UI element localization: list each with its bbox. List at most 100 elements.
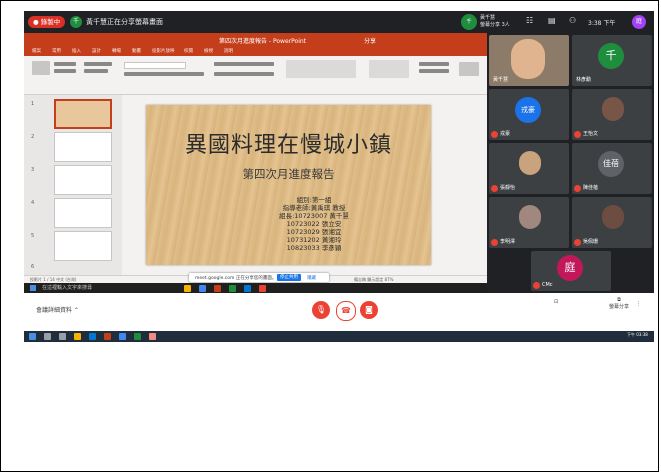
- user-avatar[interactable]: 庭: [632, 15, 646, 29]
- taskbar-search-box[interactable]: 在這裡輸入文字來搜尋: [42, 284, 92, 291]
- new-slide-button[interactable]: [84, 62, 112, 66]
- more-options-icon[interactable]: ⋮: [636, 301, 641, 307]
- tab-review[interactable]: 校閱: [184, 48, 193, 54]
- line-icon[interactable]: [229, 285, 236, 292]
- tab-file[interactable]: 檔案: [32, 48, 41, 54]
- participant-name: 王怡文: [583, 131, 599, 137]
- alignment-buttons[interactable]: [214, 72, 274, 76]
- ppt-ribbon: [24, 56, 487, 95]
- chrome-icon[interactable]: [199, 285, 206, 292]
- file-explorer-icon[interactable]: [184, 285, 191, 292]
- tab-view[interactable]: 檢視: [204, 48, 213, 54]
- participant-tile[interactable]: 戎豪 戎豪: [489, 89, 569, 140]
- speaker-status: 螢幕分享 3人: [480, 22, 510, 28]
- ppt-share-button[interactable]: 分享: [364, 36, 376, 45]
- task-view-icon[interactable]: [59, 333, 66, 340]
- participant-tile[interactable]: 吳佩珊: [572, 197, 652, 248]
- slide-thumbnail[interactable]: [54, 198, 112, 228]
- leave-call-button[interactable]: ☎: [336, 301, 356, 321]
- find-button[interactable]: [419, 62, 449, 66]
- participant-tile[interactable]: 李明澤: [489, 197, 569, 248]
- slide-line: 組別:第一組: [296, 196, 332, 204]
- slide-thumbnail[interactable]: [54, 132, 112, 162]
- cut-button[interactable]: [54, 62, 76, 66]
- file-explorer-icon[interactable]: [74, 333, 81, 340]
- slide-line: 指導老師:黃禹琪 教授: [282, 204, 346, 212]
- mic-off-icon: [574, 239, 581, 246]
- tab-animations[interactable]: 動畫: [132, 48, 141, 54]
- participant-tile[interactable]: 佳蓓 陳佳蓓: [572, 143, 652, 194]
- dictate-icon[interactable]: [459, 62, 479, 76]
- participant-name: 林彥勳: [576, 77, 592, 83]
- chat-icon[interactable]: ▤: [548, 16, 556, 25]
- chrome-icon[interactable]: [119, 333, 126, 340]
- slide-title: 異國料理在慢城小鎮: [184, 133, 392, 158]
- camera-off-button[interactable]: ◙: [360, 301, 378, 319]
- windows-start-icon[interactable]: [30, 285, 36, 291]
- participant-tile[interactable]: 千 林彥勳: [572, 35, 652, 86]
- ppt-ribbon-tabs: 檔案 常用 插入 設計 轉場 動畫 投影片放映 校閱 檢視 說明: [24, 47, 487, 56]
- mic-off-icon: [574, 131, 581, 138]
- recording-badge: ● 錄製中: [28, 16, 66, 28]
- copy-button[interactable]: [54, 69, 76, 73]
- tab-home[interactable]: 常用: [52, 48, 61, 54]
- layout-button[interactable]: [84, 69, 108, 73]
- slide-thumbnail[interactable]: [54, 165, 112, 195]
- participant-name: 黃千慧: [493, 77, 509, 83]
- slide-subtitle: 第四次月進度報告: [242, 167, 335, 181]
- app-icon[interactable]: [259, 285, 266, 292]
- stop-sharing-button[interactable]: 停止共用: [277, 274, 301, 281]
- captions-button[interactable]: ⊡: [554, 299, 558, 305]
- current-slide[interactable]: 異國料理在慢城小鎮 第四次月進度報告 組別:第一組 指導老師:黃禹琪 教授 組長…: [146, 105, 431, 265]
- presentation-title: 黃千慧正在分享螢幕畫面: [86, 18, 163, 26]
- tab-transitions[interactable]: 轉場: [112, 48, 121, 54]
- participant-name: 陳佳蓓: [583, 185, 599, 191]
- participant-tile[interactable]: 庭 CMc: [531, 251, 611, 291]
- shapes-gallery[interactable]: [286, 60, 356, 78]
- replace-button[interactable]: [419, 69, 449, 73]
- slide-line: 10731202 黃湘玲: [286, 236, 342, 244]
- participant-name: 李明澤: [500, 239, 516, 245]
- tab-help[interactable]: 說明: [224, 48, 233, 54]
- quick-styles[interactable]: [369, 60, 409, 78]
- meet-clock: 3:38 下午: [588, 20, 616, 27]
- tab-insert[interactable]: 插入: [72, 48, 81, 54]
- hide-banner-button[interactable]: 隱藏: [307, 275, 316, 281]
- search-icon[interactable]: [44, 333, 51, 340]
- slide-number: 6: [31, 264, 35, 270]
- participant-name: 吳佩珊: [583, 239, 599, 245]
- slide-number: 4: [31, 200, 35, 206]
- shared-screen-taskbar: 在這裡輸入文字來搜尋: [24, 283, 487, 293]
- speaker-name: 黃千慧: [480, 15, 496, 21]
- screen-share-banner: meet.google.com 正在分享您的畫面。 停止共用 隱藏: [189, 273, 329, 282]
- line-icon[interactable]: [134, 333, 141, 340]
- participant-tile[interactable]: 黃千慧: [489, 35, 569, 86]
- edge-icon[interactable]: [89, 333, 96, 340]
- powerpoint-icon[interactable]: [104, 333, 111, 340]
- activities-icon[interactable]: ⚇: [569, 16, 576, 25]
- people-icon[interactable]: ☷: [526, 16, 533, 25]
- app-icon[interactable]: [149, 333, 156, 340]
- present-button[interactable]: ⧉ 螢幕分享: [599, 297, 639, 310]
- tab-design[interactable]: 設計: [92, 48, 101, 54]
- meeting-details-button[interactable]: 會議詳細資料 ⌃: [36, 305, 79, 314]
- mic-off-icon: [491, 239, 498, 246]
- ppt-title-bar: 第四次月進度報告 - PowerPoint 分享: [24, 33, 487, 47]
- font-format-buttons[interactable]: [124, 72, 204, 76]
- participant-tile[interactable]: 張靜怡: [489, 143, 569, 194]
- powerpoint-icon[interactable]: [214, 285, 221, 292]
- edge-icon[interactable]: [244, 285, 251, 292]
- paste-icon[interactable]: [32, 61, 50, 75]
- paragraph-buttons[interactable]: [214, 62, 274, 66]
- participant-tile[interactable]: 王怡文: [572, 89, 652, 140]
- font-name-field[interactable]: [124, 62, 186, 69]
- share-banner-text: meet.google.com 正在分享您的畫面。: [195, 276, 277, 281]
- slide-thumbnail[interactable]: [54, 231, 112, 261]
- speaker-avatar: 千: [461, 14, 477, 30]
- participant-photo: [519, 151, 541, 175]
- tab-slideshow[interactable]: 投影片放映: [152, 48, 175, 54]
- mic-off-button[interactable]: 🎙: [312, 301, 330, 319]
- windows-start-icon[interactable]: [29, 333, 36, 340]
- participant-avatar: 庭: [557, 255, 583, 281]
- slide-thumbnail-active[interactable]: [54, 99, 112, 129]
